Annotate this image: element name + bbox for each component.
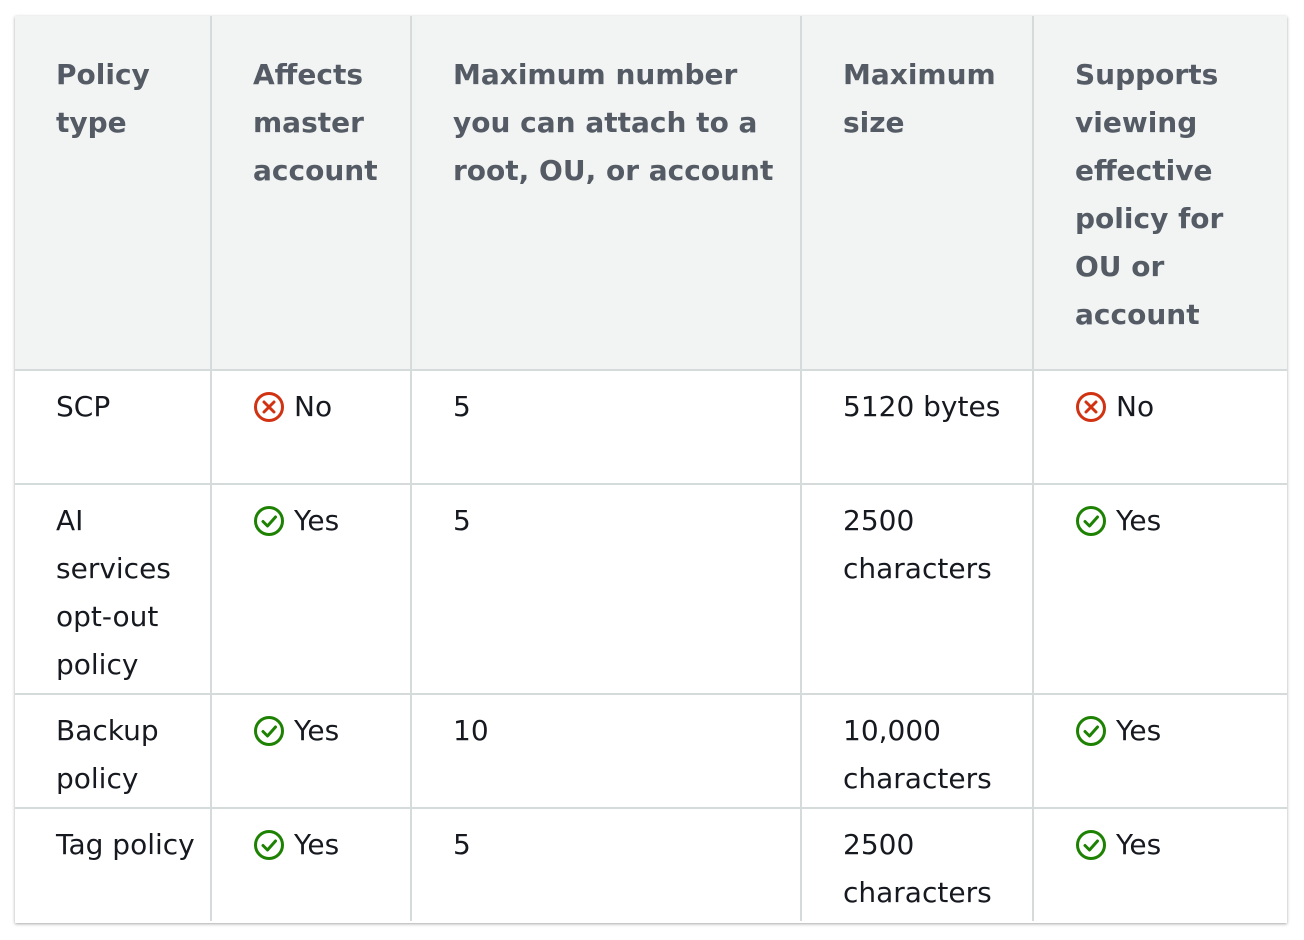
- max-attach-cell: 5: [410, 369, 801, 484]
- status-label: No: [294, 390, 333, 423]
- status-yes: Yes: [1075, 707, 1161, 755]
- status-yes: Yes: [253, 497, 339, 545]
- max-size-cell: 5120 bytes: [800, 369, 1033, 484]
- status-label: Yes: [1116, 504, 1162, 537]
- max-attach-cell: 5: [410, 483, 801, 694]
- check-circle-icon: [1076, 506, 1106, 536]
- status-yes: Yes: [253, 821, 339, 869]
- affects-master-cell: No: [210, 369, 411, 484]
- affects-master-cell: Yes: [210, 807, 411, 921]
- status-no: No: [253, 383, 332, 431]
- table-row: AI services opt-out policy Yes 5 2500 ch…: [15, 483, 1287, 694]
- status-label: Yes: [294, 828, 340, 861]
- status-label: Yes: [294, 714, 340, 747]
- status-label: Yes: [1116, 828, 1162, 861]
- check-circle-icon: [1076, 716, 1106, 746]
- check-circle-icon: [254, 830, 284, 860]
- header-policy-type: Policy type: [15, 16, 211, 370]
- policy-types-table: Policy type Affects master account Maxim…: [15, 16, 1287, 921]
- policy-types-table-container: Policy type Affects master account Maxim…: [15, 16, 1287, 923]
- table-row: Tag policy Yes 5 2500 characters Yes: [15, 807, 1287, 921]
- max-attach-cell: 10: [410, 693, 801, 808]
- effective-view-cell: Yes: [1032, 693, 1287, 808]
- x-circle-icon: [254, 392, 284, 422]
- status-yes: Yes: [1075, 821, 1161, 869]
- policy-type-cell: Tag policy: [15, 807, 211, 921]
- policy-type-cell: SCP: [15, 369, 211, 484]
- x-circle-icon: [1076, 392, 1106, 422]
- table-row: SCP No 5 5120 bytes No: [15, 369, 1287, 484]
- policy-type-cell: AI services opt-out policy: [15, 483, 211, 694]
- check-circle-icon: [1076, 830, 1106, 860]
- check-circle-icon: [254, 716, 284, 746]
- table-header-row: Policy type Affects master account Maxim…: [15, 16, 1287, 370]
- header-affects-master: Affects master account: [210, 16, 411, 370]
- status-yes: Yes: [1075, 497, 1161, 545]
- effective-view-cell: No: [1032, 369, 1287, 484]
- status-yes: Yes: [253, 707, 339, 755]
- header-effective-policy: Supports viewing effective policy for OU…: [1032, 16, 1287, 370]
- max-size-cell: 2500 characters: [800, 483, 1033, 694]
- table-row: Backup policy Yes 10 10,000 characters Y…: [15, 693, 1287, 808]
- check-circle-icon: [254, 506, 284, 536]
- status-label: No: [1116, 390, 1155, 423]
- max-attach-cell: 5: [410, 807, 801, 921]
- affects-master-cell: Yes: [210, 693, 411, 808]
- policy-type-cell: Backup policy: [15, 693, 211, 808]
- header-max-attach: Maximum number you can attach to a root,…: [410, 16, 801, 370]
- status-no: No: [1075, 383, 1154, 431]
- status-label: Yes: [1116, 714, 1162, 747]
- effective-view-cell: Yes: [1032, 807, 1287, 921]
- effective-view-cell: Yes: [1032, 483, 1287, 694]
- max-size-cell: 10,000 characters: [800, 693, 1033, 808]
- affects-master-cell: Yes: [210, 483, 411, 694]
- status-label: Yes: [294, 504, 340, 537]
- header-max-size: Maximum size: [800, 16, 1033, 370]
- max-size-cell: 2500 characters: [800, 807, 1033, 921]
